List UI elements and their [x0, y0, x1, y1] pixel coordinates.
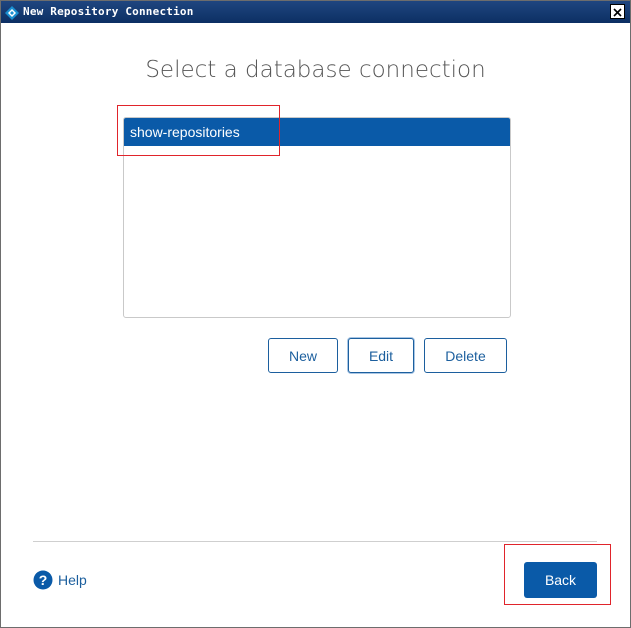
title-bar[interactable]: New Repository Connection — [1, 1, 630, 23]
dialog-window: New Repository Connection Select a datab… — [0, 0, 631, 628]
back-button[interactable]: Back — [524, 562, 597, 598]
help-link[interactable]: ? Help — [33, 570, 87, 590]
question-circle-icon: ? — [33, 570, 53, 590]
edit-button[interactable]: Edit — [348, 338, 414, 373]
delete-button[interactable]: Delete — [424, 338, 507, 373]
svg-text:?: ? — [39, 572, 48, 588]
connection-item-show-repositories[interactable]: show-repositories — [124, 118, 510, 146]
close-button[interactable] — [610, 4, 625, 19]
connection-list[interactable]: show-repositories — [123, 117, 511, 318]
new-button[interactable]: New — [268, 338, 338, 373]
close-icon — [613, 2, 622, 21]
dialog-heading: Select a database connection — [145, 57, 486, 83]
footer-divider — [33, 541, 597, 542]
diamond-app-icon — [5, 5, 19, 20]
help-label: Help — [58, 572, 87, 588]
window-title: New Repository Connection — [23, 5, 194, 18]
